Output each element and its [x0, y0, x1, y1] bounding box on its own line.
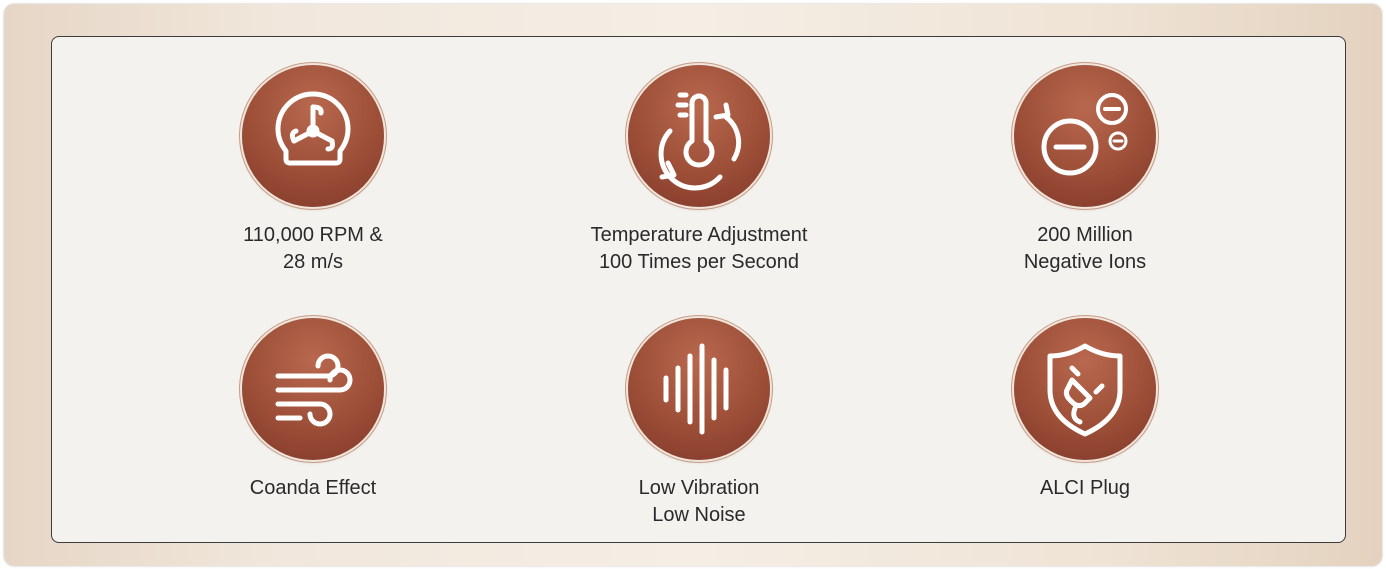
feature-label-line: Low Vibration	[638, 477, 760, 499]
feature-badge	[242, 318, 384, 460]
feature-badge	[242, 65, 384, 207]
feature-label: ALCI Plug	[915, 475, 1255, 502]
feature-badge	[1014, 318, 1156, 460]
feature-label: 110,000 RPM & 28 m/s	[143, 222, 483, 276]
feature-label: Coanda Effect	[143, 475, 483, 502]
feature-label-line: ALCI Plug	[1039, 477, 1131, 499]
shield-plug-icon	[1047, 343, 1123, 437]
feature-label-line: Low Noise	[652, 504, 746, 526]
feature-negative-ions: 200 Million Negative Ions	[915, 65, 1255, 285]
feature-speed: 110,000 RPM & 28 m/s	[143, 65, 483, 285]
feature-badge	[628, 65, 770, 207]
feature-label-line: Coanda Effect	[249, 477, 377, 499]
feature-coanda: Coanda Effect	[143, 318, 483, 518]
features-panel: 110,000 RPM & 28 m/s Temperature Adjustm…	[51, 36, 1346, 543]
fan-gauge-icon	[275, 91, 351, 166]
sound-wave-icon	[663, 343, 729, 435]
feature-label-line: 200 Million	[1037, 224, 1133, 246]
feature-badge	[628, 318, 770, 460]
feature-label-line: Negative Ions	[1023, 251, 1147, 273]
feature-badge	[1014, 65, 1156, 207]
wind-icon	[275, 353, 353, 427]
feature-card-background: 110,000 RPM & 28 m/s Temperature Adjustm…	[4, 4, 1382, 566]
feature-label: 200 Million Negative Ions	[915, 222, 1255, 276]
feature-low-noise: Low Vibration Low Noise	[529, 318, 869, 538]
feature-alci-plug: ALCI Plug	[915, 318, 1255, 518]
feature-label: Temperature Adjustment 100 Times per Sec…	[529, 222, 869, 276]
feature-label-line: 110,000 RPM &	[243, 224, 383, 246]
feature-temperature: Temperature Adjustment 100 Times per Sec…	[529, 65, 869, 285]
thermometer-cycle-icon	[658, 92, 742, 191]
feature-label: Low Vibration Low Noise	[529, 475, 869, 529]
feature-label-line: Temperature Adjustment	[590, 224, 808, 246]
feature-label-line: 28 m/s	[282, 251, 344, 273]
feature-label-line: 100 Times per Second	[598, 251, 800, 273]
negative-ions-icon	[1041, 93, 1128, 176]
